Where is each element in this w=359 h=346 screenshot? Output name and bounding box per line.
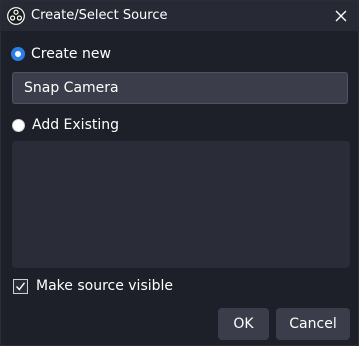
ok-button[interactable]: OK [218,308,269,340]
create-select-source-dialog: Create/Select Source Create new Add Exis… [0,0,359,346]
cancel-button[interactable]: Cancel [276,308,350,340]
checkmark-icon [15,281,26,291]
add-existing-radio[interactable] [12,118,25,132]
dialog-title: Create/Select Source [31,8,168,23]
obs-logo-icon [7,7,25,25]
create-new-label: Create new [31,46,111,62]
source-name-input[interactable] [12,72,348,104]
make-source-visible-option[interactable]: Make source visible [13,278,173,294]
add-existing-option[interactable]: Add Existing [12,117,119,133]
title-bar: Create/Select Source [1,1,358,31]
create-new-option[interactable]: Create new [12,46,111,62]
create-new-radio[interactable] [12,48,24,60]
add-existing-label: Add Existing [32,117,120,133]
close-button[interactable] [330,5,352,27]
existing-sources-list[interactable] [12,141,350,268]
close-icon [335,10,347,22]
make-source-visible-label: Make source visible [36,278,174,294]
make-source-visible-checkbox[interactable] [13,278,28,294]
